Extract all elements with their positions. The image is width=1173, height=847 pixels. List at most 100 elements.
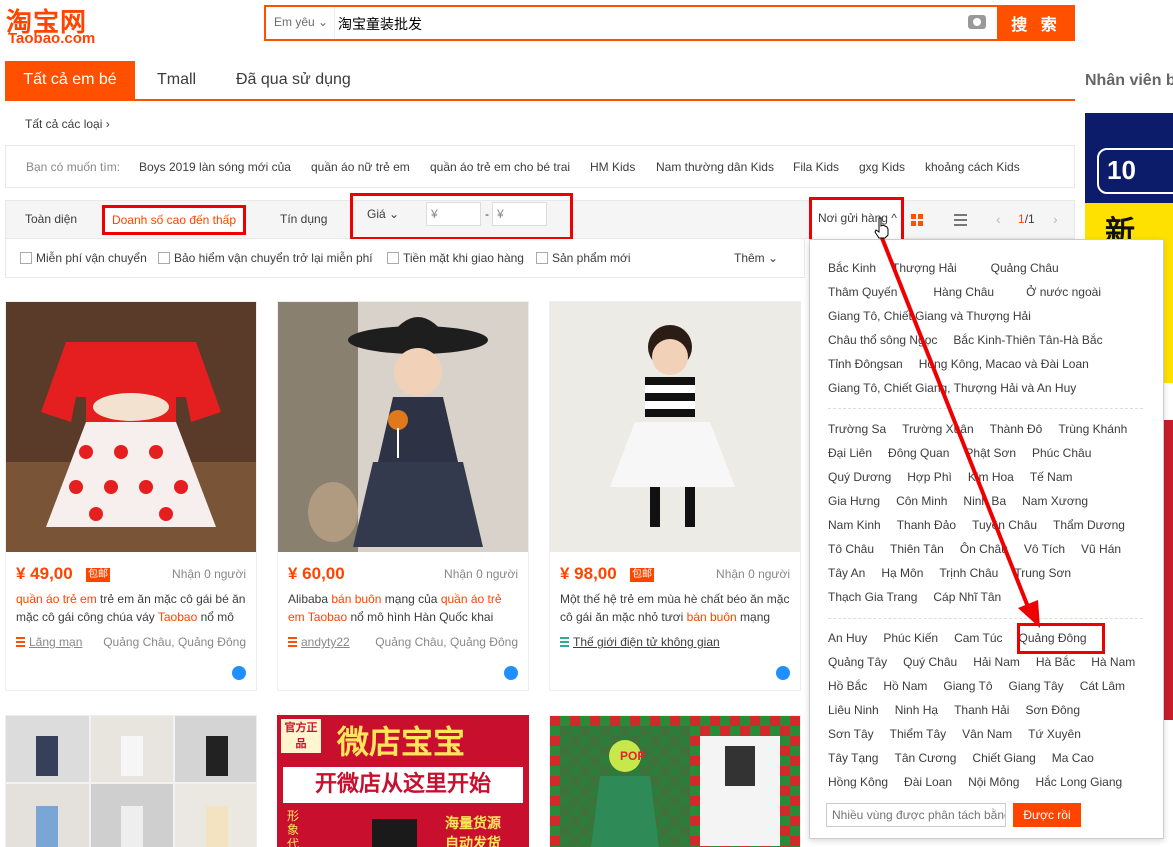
location-option[interactable]: Cáp Nhĩ Tân <box>933 590 1001 604</box>
next-page-icon[interactable]: › <box>1053 211 1058 227</box>
location-option[interactable]: Tây An <box>828 566 865 580</box>
product-image[interactable] <box>6 302 256 552</box>
location-option[interactable]: Thâm Quyến <box>828 285 897 299</box>
search-input[interactable] <box>338 13 958 35</box>
filter-return-insurance[interactable]: Bảo hiểm vận chuyển trở lại miễn phí <box>158 251 373 265</box>
location-option[interactable]: Châu thổ sông Ngọc <box>828 333 937 347</box>
location-option[interactable]: Quảng Châu <box>991 261 1059 275</box>
location-option[interactable]: Bắc Kinh-Thiên Tân-Hà Bắc <box>953 333 1102 347</box>
product-image[interactable] <box>550 716 801 847</box>
tab-all-baby[interactable]: Tất cả em bé <box>5 61 135 99</box>
product-image[interactable] <box>278 302 528 552</box>
chat-icon[interactable] <box>232 666 246 680</box>
product-title[interactable]: Một thế hệ trẻ em mùa hè chất béo ăn mặc… <box>560 590 792 626</box>
related-search-item[interactable]: quần áo trẻ em cho bé trai <box>430 160 570 174</box>
list-view-icon[interactable] <box>954 214 967 226</box>
location-option[interactable]: Thiên Tân <box>890 542 944 556</box>
related-search-item[interactable]: gxg Kids <box>859 160 905 174</box>
location-option[interactable]: Bắc Kinh <box>828 261 876 275</box>
sort-credit[interactable]: Tín dụng <box>280 212 327 226</box>
location-option[interactable]: Thượng Hải <box>892 261 957 275</box>
location-option[interactable]: Phật Sơn <box>965 446 1016 460</box>
location-option[interactable]: Tỉnh Đôngsan <box>828 357 903 371</box>
location-option[interactable]: Trùng Khánh <box>1058 422 1127 436</box>
location-option[interactable]: Côn Minh <box>896 494 947 508</box>
sort-overall[interactable]: Toàn diện <box>25 212 77 226</box>
shop-link[interactable]: Lãng mạn <box>16 635 82 649</box>
location-option[interactable]: Quý Châu <box>903 655 957 669</box>
product-card[interactable] <box>5 715 257 847</box>
multi-region-input[interactable] <box>826 803 1006 827</box>
location-option[interactable]: Giang Tô, Chiết Giang và Thượng Hải <box>828 309 1031 323</box>
shop-link[interactable]: andyty22 <box>288 635 350 649</box>
product-card[interactable]: ¥ 98,00 包邮 Nhận 0 người Một thế hệ trẻ e… <box>549 301 801 691</box>
location-option[interactable]: Tân Cương <box>894 751 956 765</box>
location-option[interactable]: Kim Hoa <box>968 470 1014 484</box>
checkbox-icon[interactable] <box>536 252 548 264</box>
related-search-item[interactable]: Fila Kids <box>793 160 839 174</box>
location-option[interactable]: Hải Nam <box>973 655 1020 669</box>
location-option[interactable]: Đại Liên <box>828 446 872 460</box>
location-option[interactable]: Phúc Kiến <box>883 631 938 645</box>
location-option[interactable]: Giang Tây <box>1009 679 1064 693</box>
search-button[interactable]: 搜 索 <box>997 5 1075 41</box>
filter-cod[interactable]: Tiền mặt khi giao hàng <box>387 251 524 265</box>
location-option[interactable]: Hồ Bắc <box>828 679 867 693</box>
location-option[interactable]: Ninh Ba <box>963 494 1006 508</box>
price-max-input[interactable] <box>492 202 547 226</box>
location-option[interactable]: Hà Bắc <box>1036 655 1075 669</box>
location-option[interactable]: Ninh Hạ <box>895 703 938 717</box>
location-option[interactable]: Hồng Kông, Macao và Đài Loan <box>919 357 1089 371</box>
checkbox-icon[interactable] <box>158 252 170 264</box>
location-option[interactable]: Cát Lâm <box>1080 679 1125 693</box>
location-option[interactable]: Tứ Xuyên <box>1028 727 1081 741</box>
product-card[interactable]: ¥ 60,00 Nhận 0 người Alibaba bán buôn mạ… <box>277 301 529 691</box>
related-search-item[interactable]: khoảng cách Kids <box>925 160 1020 174</box>
location-option[interactable]: Trịnh Châu <box>939 566 998 580</box>
product-title[interactable]: Alibaba bán buôn mạng của quần áo trẻ em… <box>288 590 520 626</box>
location-option[interactable]: Vũ Hán <box>1081 542 1121 556</box>
product-title[interactable]: quần áo trẻ em trẻ em ăn mặc cô gái bé ă… <box>16 590 248 626</box>
chat-icon[interactable] <box>776 666 790 680</box>
filter-new[interactable]: Sản phẩm mới <box>536 251 631 265</box>
search-scope-dropdown[interactable]: Em yêu ⌄ <box>274 15 328 29</box>
location-option[interactable]: Sơn Đông <box>1025 703 1080 717</box>
location-option[interactable]: Ma Cao <box>1052 751 1094 765</box>
prev-page-icon[interactable]: ‹ <box>996 211 1001 227</box>
location-option[interactable]: Vân Nam <box>962 727 1012 741</box>
location-option[interactable]: Thiểm Tây <box>890 727 946 741</box>
location-option[interactable]: Cam Túc <box>954 631 1002 645</box>
confirm-button[interactable]: Được rồi <box>1013 803 1081 827</box>
location-option[interactable]: Ôn Châu <box>960 542 1008 556</box>
related-search-item[interactable]: Boys 2019 làn sóng mới của <box>139 160 291 174</box>
location-option[interactable]: Gia Hưng <box>828 494 880 508</box>
location-option[interactable]: Tô Châu <box>828 542 874 556</box>
filter-more[interactable]: Thêm ⌄ <box>734 251 778 265</box>
related-search-item[interactable]: quần áo nữ trẻ em <box>311 160 410 174</box>
location-option[interactable]: Chiết Giang <box>972 751 1035 765</box>
sort-sales-desc[interactable]: Doanh số cao đến thấp <box>102 205 246 235</box>
location-option[interactable]: An Huy <box>828 631 867 645</box>
location-option[interactable]: Đài Loan <box>904 775 952 789</box>
location-option[interactable]: Thanh Đảo <box>897 518 956 532</box>
chat-icon[interactable] <box>504 666 518 680</box>
checkbox-icon[interactable] <box>20 252 32 264</box>
location-option[interactable]: Hàng Châu <box>933 285 994 299</box>
filter-free-shipping[interactable]: Miễn phí vận chuyển <box>20 251 147 265</box>
location-option[interactable]: Ở nước ngoài <box>1026 285 1101 299</box>
location-option[interactable]: Hồ Nam <box>883 679 927 693</box>
product-card[interactable]: POP <box>549 715 801 847</box>
checkbox-icon[interactable] <box>387 252 399 264</box>
location-option[interactable]: Sơn Tây <box>828 727 874 741</box>
location-option[interactable]: Tây Tạng <box>828 751 878 765</box>
location-option[interactable]: Hợp Phì <box>907 470 952 484</box>
location-option[interactable]: Trường Sa <box>828 422 886 436</box>
location-option[interactable]: Trường Xuân <box>902 422 974 436</box>
breadcrumb[interactable]: Tất cả các loại › <box>25 117 110 131</box>
location-option[interactable]: Phúc Châu <box>1032 446 1091 460</box>
location-option[interactable]: Đông Quan <box>888 446 949 460</box>
grid-view-icon[interactable] <box>911 214 923 226</box>
location-option[interactable]: Tuyền Châu <box>972 518 1037 532</box>
related-search-item[interactable]: Nam thường dân Kids <box>656 160 774 174</box>
price-min-input[interactable] <box>426 202 481 226</box>
